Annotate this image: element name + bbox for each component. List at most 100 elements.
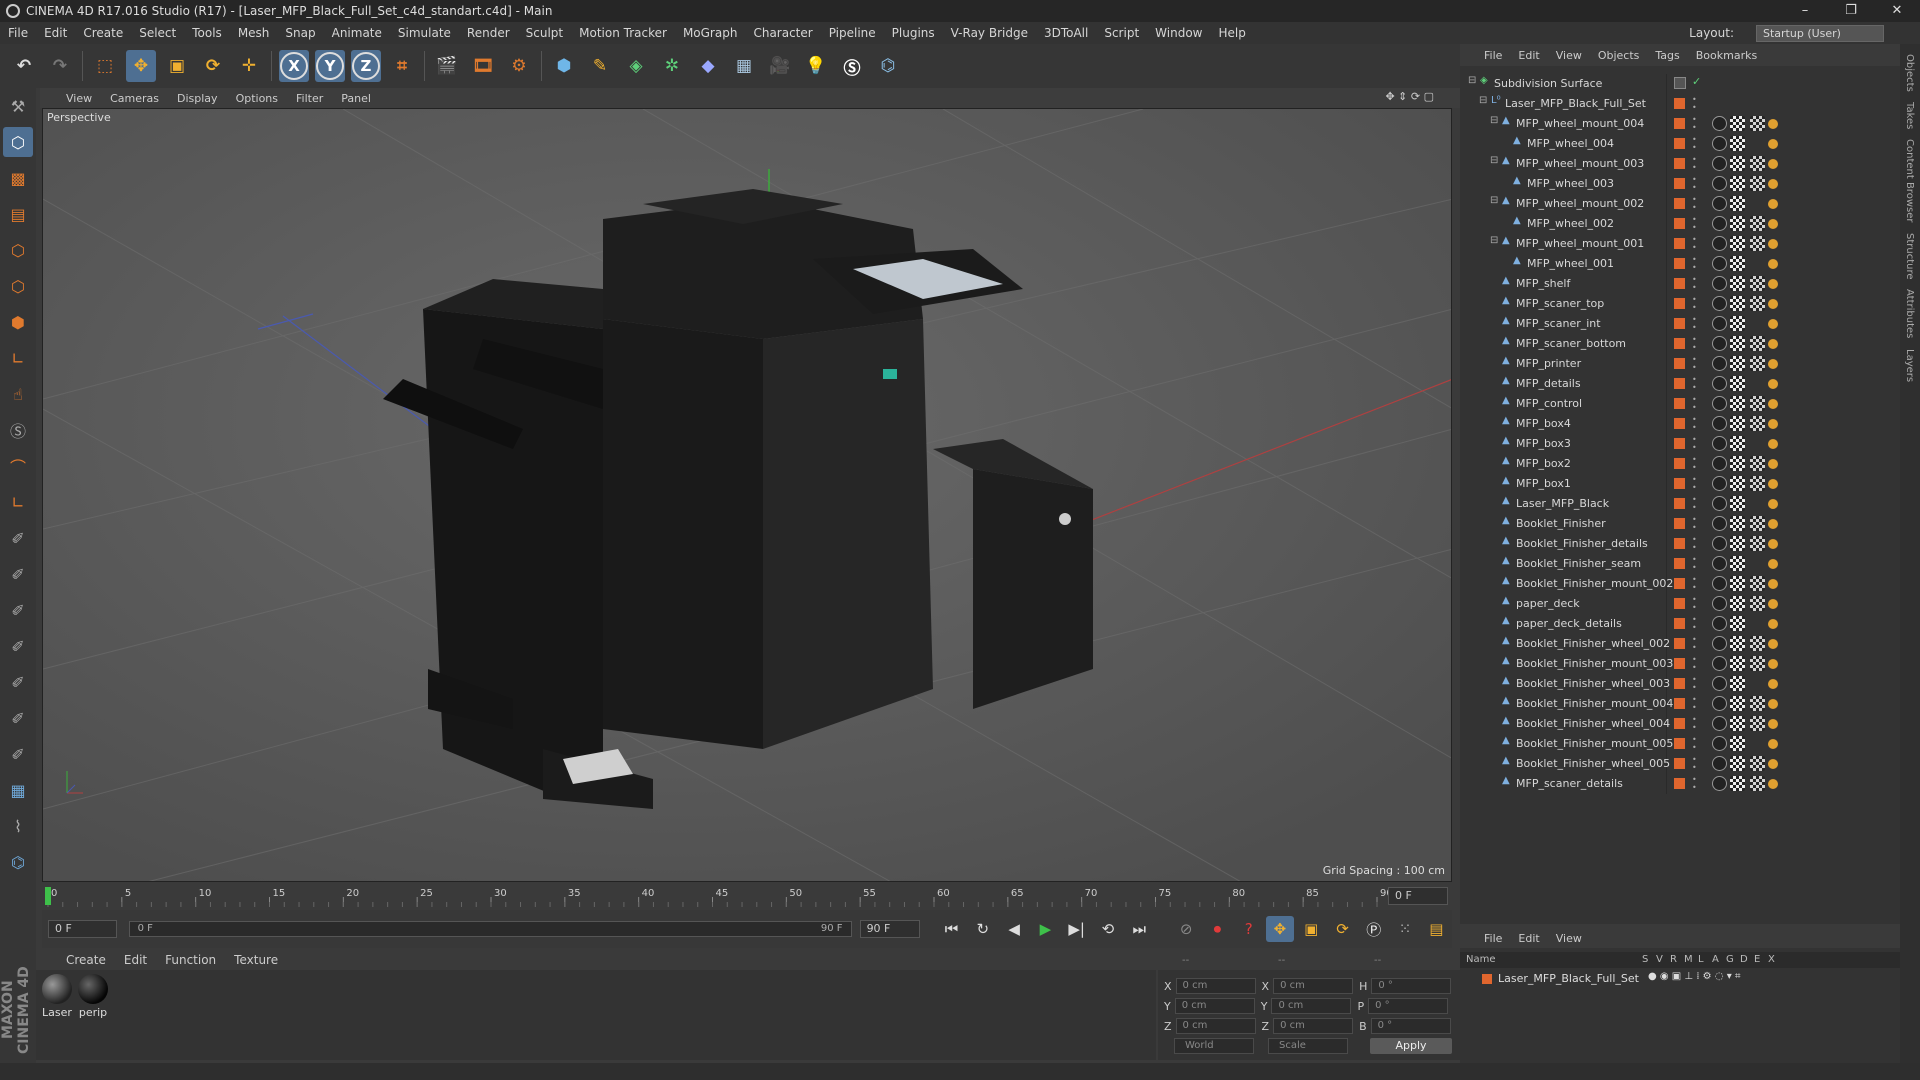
menu-motion-tracker[interactable]: Motion Tracker [579,26,667,40]
phong-tag-icon[interactable] [1712,116,1727,131]
layer-color-swatch[interactable] [1674,618,1685,629]
layer-column-a[interactable]: A [1712,954,1719,965]
minimize-button[interactable]: – [1782,0,1828,22]
python-icon[interactable]: ⌬ [873,50,903,82]
menu-sculpt[interactable]: Sculpt [526,26,563,40]
side-tab-objects[interactable]: Objects [1904,54,1915,92]
phong-tag-icon[interactable] [1712,736,1727,751]
selection-tag-icon[interactable] [1768,139,1778,149]
selection-tag-icon[interactable] [1768,619,1778,629]
locked-workplane-icon[interactable]: ∟ [3,487,33,517]
material-tag-icon[interactable] [1730,356,1745,371]
magnet-icon[interactable]: ⌇ [3,811,33,841]
visibility-dots-icon[interactable]: • • [1692,596,1697,612]
visibility-dots-icon[interactable]: • • [1692,736,1697,752]
size-x-field[interactable]: 0 cm [1273,978,1354,994]
selection-tag-icon[interactable] [1768,519,1778,529]
material-tag-icon[interactable] [1730,256,1745,271]
object-row[interactable]: ▲ MFP_wheel_004 • • [1460,134,1900,154]
object-row[interactable]: ▲ paper_deck_details • • [1460,614,1900,634]
visibility-dots-icon[interactable]: • • [1692,536,1697,552]
visibility-dots-icon[interactable]: • • [1692,576,1697,592]
object-row[interactable]: ⊟ ▲ MFP_wheel_mount_002 • • [1460,194,1900,214]
layer-column-g[interactable]: G [1726,954,1734,965]
visibility-dots-icon[interactable]: • • [1692,136,1697,152]
menu-plugins[interactable]: Plugins [892,26,935,40]
material-tag-icon[interactable] [1730,276,1745,291]
phong-tag-icon[interactable] [1712,776,1727,791]
camera-icon[interactable]: 🎥 [765,50,795,82]
menu-render[interactable]: Render [467,26,510,40]
menu-snap[interactable]: Snap [285,26,315,40]
layer-color-swatch[interactable] [1674,458,1685,469]
visibility-dots-icon[interactable]: • • [1692,416,1697,432]
rotate-tool-icon[interactable]: ⟳ [198,50,228,82]
menu-select[interactable]: Select [139,26,176,40]
phong-tag-icon[interactable] [1712,476,1727,491]
phong-tag-icon[interactable] [1712,456,1727,471]
menu-mesh[interactable]: Mesh [238,26,270,40]
material-tag-icon[interactable] [1730,296,1745,311]
visibility-dots-icon[interactable]: • • [1692,296,1697,312]
material-tag-icon[interactable] [1730,236,1745,251]
maximize-button[interactable]: ❐ [1828,0,1874,22]
uvw-tag-icon[interactable] [1750,156,1765,171]
menu-tools[interactable]: Tools [192,26,222,40]
object-row[interactable]: ▲ MFP_box1 • • [1460,474,1900,494]
position-z-field[interactable]: 0 cm [1175,1018,1256,1034]
expand-toggle-icon[interactable]: ⊟ [1479,95,1487,106]
visibility-dots-icon[interactable]: • • [1692,496,1697,512]
visibility-dots-icon[interactable]: • • [1692,336,1697,352]
visibility-dots-icon[interactable]: • • [1692,376,1697,392]
layer-color-swatch[interactable] [1674,678,1685,689]
layer-menu-edit[interactable]: Edit [1518,932,1539,945]
phong-tag-icon[interactable] [1712,716,1727,731]
uvw-tag-icon[interactable] [1750,296,1765,311]
layer-color-swatch[interactable] [1674,478,1685,489]
material-tag-icon[interactable] [1730,676,1745,691]
uvw-tag-icon[interactable] [1750,216,1765,231]
material-tag-icon[interactable] [1730,416,1745,431]
uvw-tag-icon[interactable] [1750,516,1765,531]
frame-range-slider[interactable]: 0 F 90 F [128,921,852,937]
selection-tag-icon[interactable] [1768,559,1778,569]
object-menu-view[interactable]: View [1556,49,1582,62]
floor-icon[interactable]: ▦ [729,50,759,82]
phong-tag-icon[interactable] [1712,576,1727,591]
selection-tag-icon[interactable] [1768,679,1778,689]
object-row[interactable]: ▲ paper_deck • • [1460,594,1900,614]
layer-color-swatch[interactable] [1674,598,1685,609]
selection-tag-icon[interactable] [1768,239,1778,249]
layer-color-swatch[interactable] [1674,698,1685,709]
rotation-h-field[interactable]: 0 ° [1371,978,1452,994]
tweak-mode-icon[interactable]: ☝ [3,379,33,409]
object-menu-objects[interactable]: Objects [1598,49,1640,62]
selection-tag-icon[interactable] [1768,199,1778,209]
visibility-dots-icon[interactable]: • • [1692,236,1697,252]
layer-menu-file[interactable]: File [1484,932,1502,945]
render-settings-icon[interactable]: ⚙ [504,50,534,82]
model-mode-icon[interactable]: ⬡ [3,127,33,157]
phong-tag-icon[interactable] [1712,296,1727,311]
light-icon[interactable]: 💡 [801,50,831,82]
selection-tag-icon[interactable] [1768,319,1778,329]
layer-color-swatch[interactable] [1674,558,1685,569]
auto-key-icon[interactable]: ? [1235,916,1262,942]
live-selection-icon[interactable]: ⬚ [90,50,120,82]
expand-toggle-icon[interactable]: ⊟ [1490,155,1498,166]
object-row[interactable]: ▲ MFP_box4 • • [1460,414,1900,434]
material-tag-icon[interactable] [1730,556,1745,571]
polygons-mode-icon[interactable]: ⬢ [3,307,33,337]
key-param-icon[interactable]: Ⓟ [1360,916,1387,942]
visibility-dots-icon[interactable]: • • [1692,216,1697,232]
playhead[interactable] [45,887,51,905]
selection-tag-icon[interactable] [1768,439,1778,449]
material-menu-create[interactable]: Create [66,953,106,967]
material-tag-icon[interactable] [1730,776,1745,791]
viewport-menu-panel[interactable]: Panel [341,92,371,105]
array-icon[interactable]: ✲ [657,50,687,82]
current-frame-field[interactable]: 0 F [48,920,117,938]
layout-dropdown[interactable]: Startup (User) [1756,24,1884,42]
phong-tag-icon[interactable] [1712,356,1727,371]
uvw-tag-icon[interactable] [1750,116,1765,131]
